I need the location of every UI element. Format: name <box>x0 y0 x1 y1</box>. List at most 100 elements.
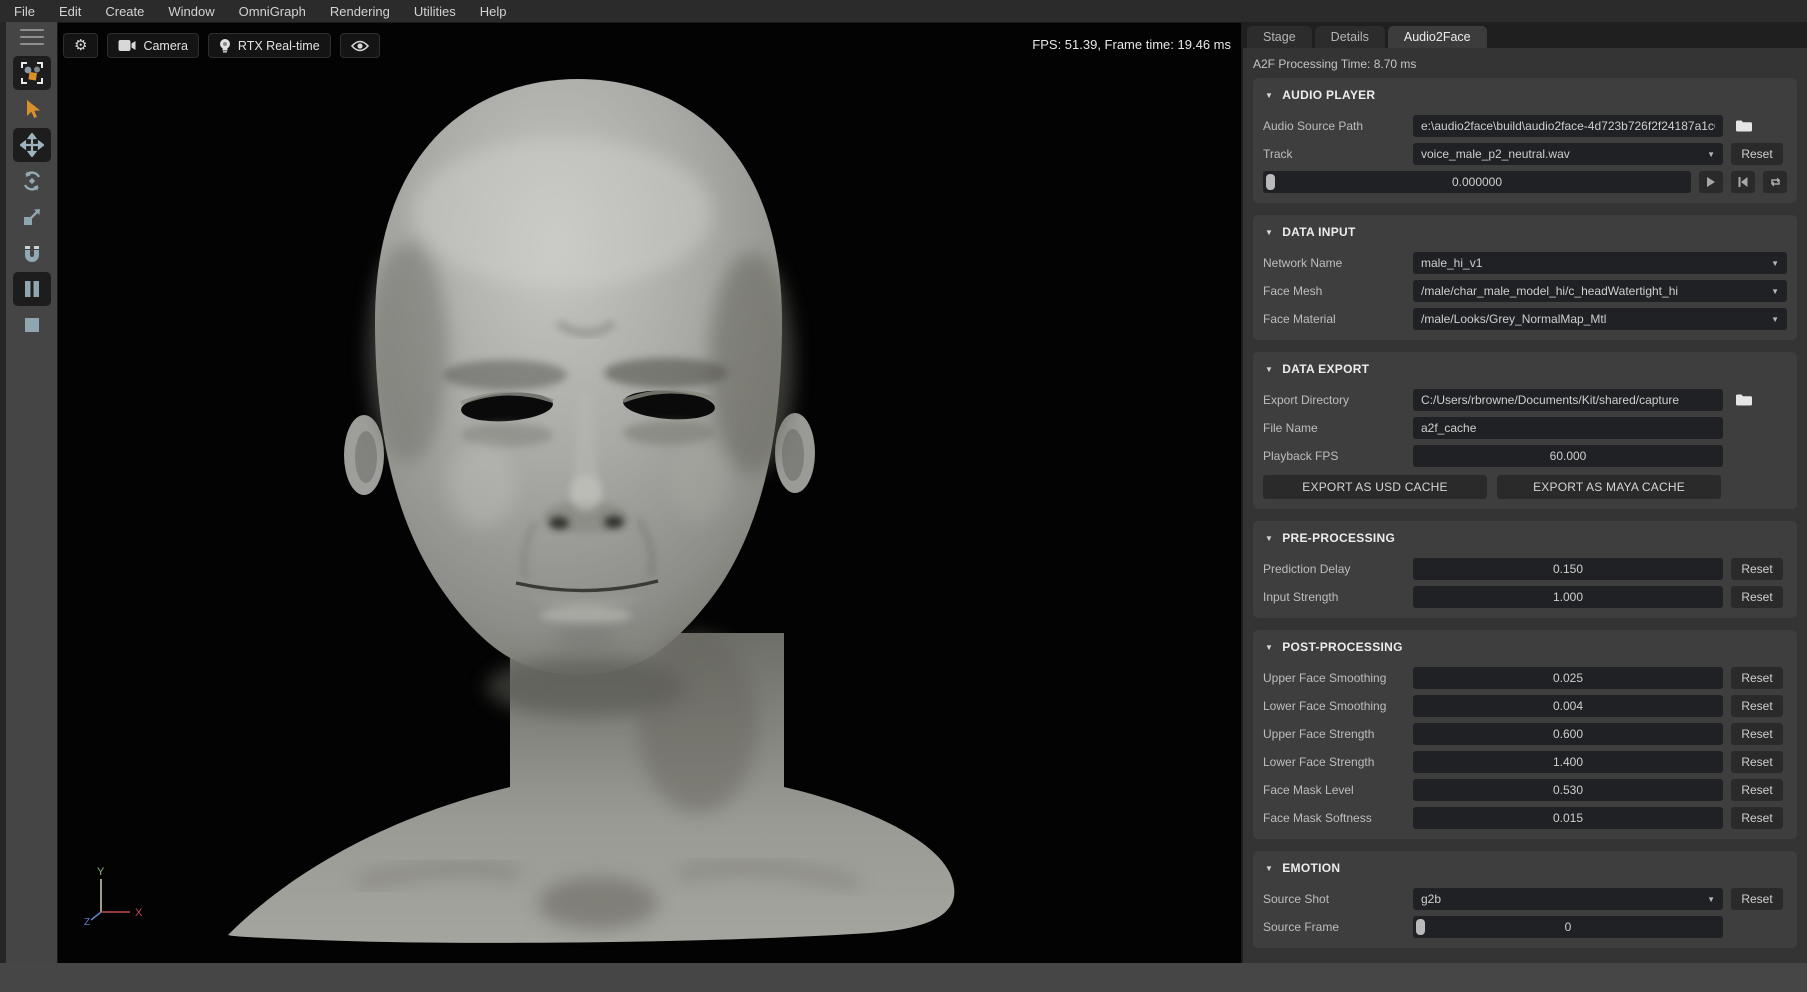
timeline-slider[interactable]: 0.000000 <box>1263 171 1691 193</box>
menu-rendering[interactable]: Rendering <box>330 4 390 19</box>
playback-fps-input[interactable]: 60.000 <box>1413 445 1723 467</box>
menu-create[interactable]: Create <box>105 4 144 19</box>
face-material-dropdown[interactable]: /male/Looks/Grey_NormalMap_Mtl ▼ <box>1413 308 1787 330</box>
tab-stage[interactable]: Stage <box>1247 26 1312 48</box>
menu-window[interactable]: Window <box>168 4 214 19</box>
section-header-data-input[interactable]: ▼ DATA INPUT <box>1263 221 1787 246</box>
source-shot-dropdown[interactable]: g2b ▼ <box>1413 888 1723 910</box>
source-frame-slider-handle[interactable] <box>1416 919 1425 935</box>
lower-face-smoothing-input[interactable]: 0.004 <box>1413 695 1723 717</box>
face-mask-softness-reset-button[interactable]: Reset <box>1731 807 1783 829</box>
source-frame-row: Source Frame 0 <box>1263 916 1787 938</box>
face-mask-softness-input[interactable]: 0.015 <box>1413 807 1723 829</box>
export-maya-cache-button[interactable]: EXPORT AS MAYA CACHE <box>1497 475 1721 499</box>
menu-file[interactable]: File <box>14 4 35 19</box>
scale-tool-button[interactable] <box>13 200 51 234</box>
lower-face-smoothing-reset-button[interactable]: Reset <box>1731 695 1783 717</box>
section-header-post-processing[interactable]: ▼ POST-PROCESSING <box>1263 636 1787 661</box>
track-row: Track voice_male_p2_neutral.wav ▼ Reset <box>1263 143 1787 165</box>
input-strength-input[interactable]: 1.000 <box>1413 586 1723 608</box>
file-name-input[interactable]: a2f_cache <box>1413 417 1723 439</box>
audio-source-path-input[interactable]: e:\audio2face\build\audio2face-4d723b726… <box>1413 115 1723 137</box>
loop-icon <box>1770 177 1781 187</box>
upper-face-strength-input[interactable]: 0.600 <box>1413 723 1723 745</box>
playback-fps-row: Playback FPS 60.000 <box>1263 445 1787 467</box>
rendered-head-model <box>58 23 1241 964</box>
file-name-row: File Name a2f_cache <box>1263 417 1787 439</box>
timeline-row: 0.000000 <box>1263 171 1787 193</box>
face-mesh-dropdown[interactable]: /male/char_male_model_hi/c_headWatertigh… <box>1413 280 1787 302</box>
prediction-delay-input[interactable]: 0.150 <box>1413 558 1723 580</box>
toolbar-grip-handle[interactable] <box>20 29 44 45</box>
collapse-triangle-icon: ▼ <box>1265 534 1273 543</box>
renderer-menu-button[interactable]: RTX Real-time <box>208 33 331 58</box>
pause-icon <box>21 278 43 300</box>
visibility-menu-button[interactable] <box>340 33 380 58</box>
selection-mode-button[interactable] <box>13 56 51 90</box>
viewport-3d[interactable]: ⚙ Camera RTX Real-time <box>57 22 1240 963</box>
section-header-audio-player[interactable]: ▼ AUDIO PLAYER <box>1263 84 1787 109</box>
tab-audio2face[interactable]: Audio2Face <box>1388 26 1487 48</box>
source-shot-row: Source Shot g2b ▼ Reset <box>1263 888 1787 910</box>
eye-icon <box>351 40 369 52</box>
export-directory-input[interactable]: C:/Users/rbrowne/Documents/Kit/shared/ca… <box>1413 389 1723 411</box>
viewport-settings-button[interactable]: ⚙ <box>63 33 98 58</box>
face-mesh-row: Face Mesh /male/char_male_model_hi/c_hea… <box>1263 280 1787 302</box>
move-tool-button[interactable] <box>13 128 51 162</box>
upper-face-smoothing-input[interactable]: 0.025 <box>1413 667 1723 689</box>
menu-help[interactable]: Help <box>480 4 507 19</box>
section-header-pre-processing[interactable]: ▼ PRE-PROCESSING <box>1263 527 1787 552</box>
select-tool-button[interactable] <box>13 92 51 126</box>
upper-face-smoothing-reset-button[interactable]: Reset <box>1731 667 1783 689</box>
export-usd-cache-button[interactable]: EXPORT AS USD CACHE <box>1263 475 1487 499</box>
lower-face-strength-reset-button[interactable]: Reset <box>1731 751 1783 773</box>
play-icon <box>1706 177 1716 187</box>
folder-icon <box>1735 393 1753 407</box>
transport-controls <box>1699 171 1787 193</box>
track-reset-button[interactable]: Reset <box>1731 143 1783 165</box>
section-post-processing: ▼ POST-PROCESSING Upper Face Smoothing 0… <box>1253 630 1797 839</box>
source-shot-reset-button[interactable]: Reset <box>1731 888 1783 910</box>
stop-button[interactable] <box>13 308 51 342</box>
viewport-toolbar: ⚙ Camera RTX Real-time <box>63 33 380 58</box>
skip-to-start-button[interactable] <box>1731 171 1755 193</box>
axis-z-label: Z <box>84 917 90 926</box>
menu-omnigraph[interactable]: OmniGraph <box>239 4 306 19</box>
section-header-emotion[interactable]: ▼ EMOTION <box>1263 857 1787 882</box>
network-name-dropdown[interactable]: male_hi_v1 ▼ <box>1413 252 1787 274</box>
section-header-data-export[interactable]: ▼ DATA EXPORT <box>1263 358 1787 383</box>
lower-face-strength-input[interactable]: 1.400 <box>1413 751 1723 773</box>
face-mask-level-row: Face Mask Level 0.530 Reset <box>1263 779 1787 801</box>
snap-tool-button[interactable] <box>13 236 51 270</box>
track-dropdown[interactable]: voice_male_p2_neutral.wav ▼ <box>1413 143 1723 165</box>
chevron-down-icon: ▼ <box>1765 287 1779 296</box>
a2f-processing-time: A2F Processing Time: 8.70 ms <box>1243 48 1807 78</box>
pause-button[interactable] <box>13 272 51 306</box>
camera-menu-button[interactable]: Camera <box>107 33 198 58</box>
folder-icon <box>1735 119 1753 133</box>
face-mask-level-reset-button[interactable]: Reset <box>1731 779 1783 801</box>
chevron-down-icon: ▼ <box>1701 150 1715 159</box>
play-button[interactable] <box>1699 171 1723 193</box>
lightbulb-icon <box>219 38 231 54</box>
browse-export-directory-button[interactable] <box>1731 389 1757 411</box>
audio-source-path-row: Audio Source Path e:\audio2face\build\au… <box>1263 115 1787 137</box>
source-frame-slider[interactable]: 0 <box>1413 916 1723 938</box>
scale-arrow-icon <box>21 206 43 228</box>
rotate-tool-button[interactable] <box>13 164 51 198</box>
menu-utilities[interactable]: Utilities <box>414 4 456 19</box>
face-mask-level-input[interactable]: 0.530 <box>1413 779 1723 801</box>
input-strength-row: Input Strength 1.000 Reset <box>1263 586 1787 608</box>
prediction-delay-reset-button[interactable]: Reset <box>1731 558 1783 580</box>
face-material-row: Face Material /male/Looks/Grey_NormalMap… <box>1263 308 1787 330</box>
timeline-slider-handle[interactable] <box>1266 174 1275 190</box>
upper-face-strength-reset-button[interactable]: Reset <box>1731 723 1783 745</box>
input-strength-reset-button[interactable]: Reset <box>1731 586 1783 608</box>
menu-edit[interactable]: Edit <box>59 4 81 19</box>
prediction-delay-row: Prediction Delay 0.150 Reset <box>1263 558 1787 580</box>
loop-button[interactable] <box>1763 171 1787 193</box>
browse-audio-path-button[interactable] <box>1731 115 1757 137</box>
tab-details[interactable]: Details <box>1315 26 1385 48</box>
section-emotion: ▼ EMOTION Source Shot g2b ▼ Reset Source… <box>1253 851 1797 948</box>
menu-bar: File Edit Create Window OmniGraph Render… <box>0 0 1807 22</box>
